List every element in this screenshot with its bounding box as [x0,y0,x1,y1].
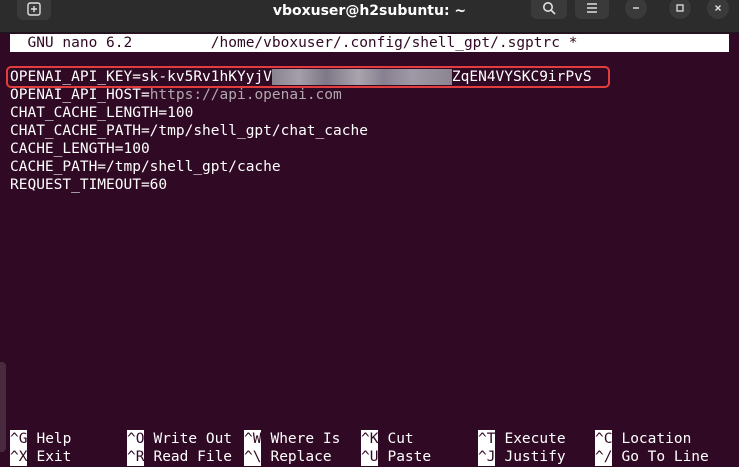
editor-content[interactable]: OPENAI_API_KEY=sk-kv5Rv1hKYyjV ZqEN4VYSKC… [10,68,592,194]
editor-line[interactable]: CACHE_PATH=/tmp/shell_gpt/cache [10,158,592,176]
close-button[interactable] [706,0,730,19]
shortcut-exit[interactable]: ^X Exit [10,448,127,466]
shortcut-row: ^G Help ^O Write Out ^W Where Is ^K Cut ^T Ex… [10,430,739,448]
redacted-region [271,69,452,85]
shortcut-replace[interactable]: ^\ Replace [244,448,361,466]
api-key-end: ZqEN4VYSKC9irPvS [451,69,592,85]
shortcut-execute[interactable]: ^T Execute [478,430,595,448]
shortcut-help[interactable]: ^G Help [10,430,127,448]
shortcut-location[interactable]: ^C Location [595,430,712,448]
shortcut-go-to-line[interactable]: ^/Go To Line [595,448,712,466]
editor-line-api-key[interactable]: OPENAI_API_KEY=sk-kv5Rv1hKYyjV ZqEN4VYSKC… [10,68,592,86]
nano-header-bar: GNU nano 6.2 /home/vboxuser/.config/shel… [10,34,729,52]
hamburger-menu-icon [587,3,597,13]
editor-line[interactable]: CHAT_CACHE_LENGTH=100 [10,104,592,122]
editor-line-api-host[interactable]: OPENAI_API_HOST=https://api.openai.com [10,86,592,104]
search-button[interactable] [531,0,567,19]
shortcut-justify[interactable]: ^J Justify [478,448,595,466]
config-key: OPENAI_API_HOST= [10,87,150,103]
close-icon [715,5,721,11]
editor-line[interactable]: CACHE_LENGTH=100 [10,140,592,158]
minimize-icon [633,7,639,9]
editor-line[interactable]: CHAT_CACHE_PATH=/tmp/shell_gpt/chat_cach… [10,122,592,140]
search-icon [543,2,556,15]
menu-button[interactable] [575,0,609,19]
shortcut-write-out[interactable]: ^O Write Out [127,430,244,448]
editor-line[interactable]: REQUEST_TIMEOUT=60 [10,176,592,194]
config-value: https://api.openai.com [149,87,342,103]
shortcut-cut[interactable]: ^K Cut [361,430,478,448]
window-titlebar: vboxuser@h2subuntu: ~ [0,0,739,33]
left-edge-handle [0,362,6,452]
minimize-button[interactable] [624,0,648,19]
shortcut-row: ^X Exit ^R Read File ^\ Replace ^U Paste ^J J… [10,448,739,466]
shortcut-where-is[interactable]: ^W Where Is [244,430,361,448]
shortcut-read-file[interactable]: ^R Read File [127,448,244,466]
maximize-icon [676,4,684,12]
maximize-button[interactable] [668,0,692,19]
config-key: OPENAI_API_KEY= [10,69,141,85]
nano-shortcut-bar: ^G Help ^O Write Out ^W Where Is ^K Cut ^T Ex… [10,430,739,466]
terminal-area[interactable]: GNU nano 6.2 /home/vboxuser/.config/shel… [0,32,739,467]
shortcut-paste[interactable]: ^U Paste [361,448,478,466]
api-key-start: sk-kv5Rv1hKYyjV [140,69,272,85]
